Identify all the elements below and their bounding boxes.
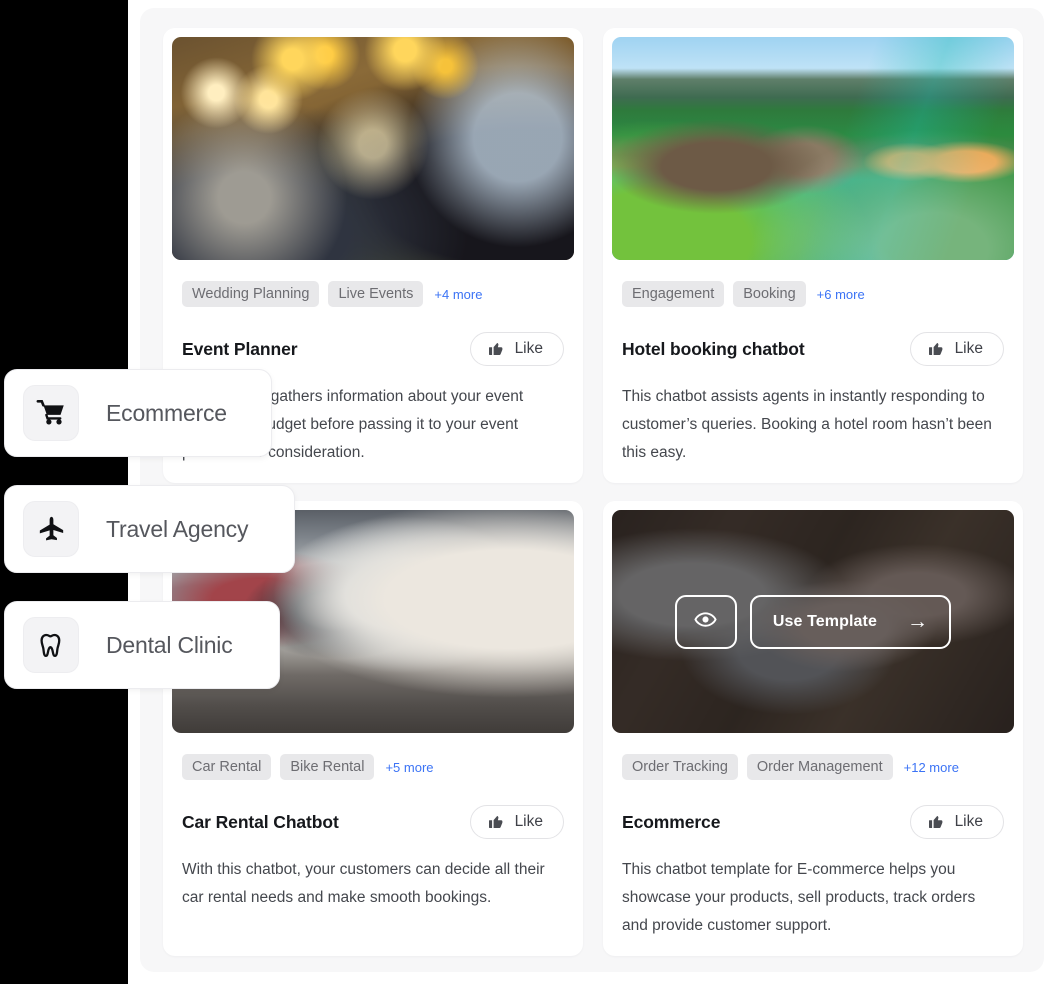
thumbs-up-icon bbox=[488, 814, 504, 830]
template-card-body: Order Tracking Order Management +12 more… bbox=[603, 733, 1023, 940]
template-description: This chatbot assists agents in instantly… bbox=[622, 388, 992, 461]
like-label: Like bbox=[514, 340, 543, 357]
tropical-resort-pool-photo bbox=[612, 37, 1014, 260]
tag[interactable]: Order Tracking bbox=[622, 754, 738, 780]
template-card[interactable]: Engagement Booking +6 more Hotel booking… bbox=[603, 28, 1023, 483]
category-item-ecommerce[interactable]: Ecommerce bbox=[4, 369, 272, 457]
airplane-icon bbox=[23, 501, 79, 557]
template-card-body: Car Rental Bike Rental +5 more Car Renta… bbox=[163, 733, 583, 912]
template-title: Car Rental Chatbot bbox=[182, 811, 339, 832]
like-button[interactable]: Like bbox=[469, 805, 564, 839]
thumbnail-hover-overlay: Use Template → bbox=[612, 510, 1014, 733]
title-row: Hotel booking chatbot Like bbox=[622, 332, 1004, 366]
category-item-travel-agency[interactable]: Travel Agency bbox=[4, 485, 295, 573]
tooth-icon bbox=[23, 617, 79, 673]
category-label: Travel Agency bbox=[106, 515, 249, 542]
category-label: Ecommerce bbox=[106, 399, 227, 426]
template-description: This chatbot template for E-commerce hel… bbox=[622, 861, 976, 934]
tag[interactable]: Live Events bbox=[328, 281, 424, 307]
like-button[interactable]: Like bbox=[909, 332, 1004, 366]
like-label: Like bbox=[954, 813, 983, 830]
template-title: Hotel booking chatbot bbox=[622, 338, 805, 359]
shopping-cart-icon bbox=[23, 385, 79, 441]
title-row: Event Planner Like bbox=[182, 332, 564, 366]
tag[interactable]: Engagement bbox=[622, 281, 725, 307]
title-row: Ecommerce Like bbox=[622, 805, 1004, 839]
template-description: With this chatbot, your customers can de… bbox=[182, 861, 545, 906]
more-tags-link[interactable]: +5 more bbox=[385, 760, 433, 775]
wedding-celebration-photo bbox=[172, 37, 574, 260]
screen: Wedding Planning Live Events +4 more Eve… bbox=[0, 0, 1054, 986]
title-row: Car Rental Chatbot Like bbox=[182, 805, 564, 839]
like-button[interactable]: Like bbox=[469, 332, 564, 366]
more-tags-link[interactable]: +12 more bbox=[904, 760, 959, 775]
template-card-body: Engagement Booking +6 more Hotel booking… bbox=[603, 260, 1023, 467]
like-label: Like bbox=[954, 340, 983, 357]
tag[interactable]: Car Rental bbox=[182, 754, 272, 780]
tag-list: Car Rental Bike Rental +5 more bbox=[182, 754, 564, 780]
template-title: Ecommerce bbox=[622, 811, 721, 832]
category-item-dental-clinic[interactable]: Dental Clinic bbox=[4, 601, 280, 689]
more-tags-link[interactable]: +4 more bbox=[434, 287, 482, 302]
like-label: Like bbox=[514, 813, 543, 830]
tag[interactable]: Wedding Planning bbox=[182, 281, 320, 307]
eye-icon bbox=[694, 608, 718, 636]
template-thumbnail[interactable] bbox=[172, 37, 574, 260]
tag[interactable]: Booking bbox=[733, 281, 806, 307]
template-card[interactable]: Use Template → Order Tracking Order Mana… bbox=[603, 501, 1023, 956]
tag-list: Wedding Planning Live Events +4 more bbox=[182, 281, 564, 307]
use-template-label: Use Template bbox=[772, 612, 877, 630]
like-button[interactable]: Like bbox=[909, 805, 1004, 839]
thumbs-up-icon bbox=[488, 341, 504, 357]
thumbs-up-icon bbox=[928, 814, 944, 830]
preview-button[interactable] bbox=[674, 594, 737, 649]
template-title: Event Planner bbox=[182, 338, 298, 359]
more-tags-link[interactable]: +6 more bbox=[817, 287, 865, 302]
tag-list: Engagement Booking +6 more bbox=[622, 281, 1004, 307]
arrow-right-icon: → bbox=[906, 610, 929, 633]
category-label: Dental Clinic bbox=[106, 631, 233, 658]
tag[interactable]: Order Management bbox=[746, 754, 893, 780]
use-template-button[interactable]: Use Template → bbox=[749, 594, 952, 649]
template-thumbnail[interactable]: Use Template → bbox=[612, 510, 1014, 733]
tag-list: Order Tracking Order Management +12 more bbox=[622, 754, 1004, 780]
template-thumbnail[interactable] bbox=[612, 37, 1014, 260]
tag[interactable]: Bike Rental bbox=[280, 754, 375, 780]
thumbs-up-icon bbox=[928, 341, 944, 357]
